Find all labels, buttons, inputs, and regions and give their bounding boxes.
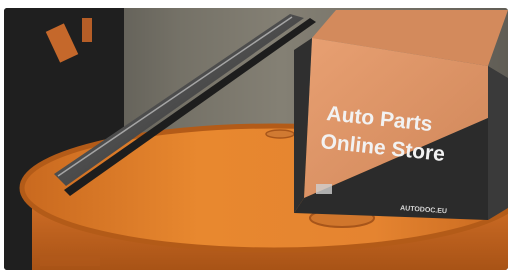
drum-bung-small — [265, 129, 295, 139]
box-barcode — [316, 184, 332, 194]
box-side — [488, 66, 508, 220]
background-orange-stripe-2 — [82, 18, 92, 42]
photo-scene: Auto Parts Online Store AUTODOC.EU — [4, 8, 508, 270]
drum-side-mark — [40, 256, 100, 266]
photo-frame: Auto Parts Online Store AUTODOC.EU — [4, 8, 508, 270]
